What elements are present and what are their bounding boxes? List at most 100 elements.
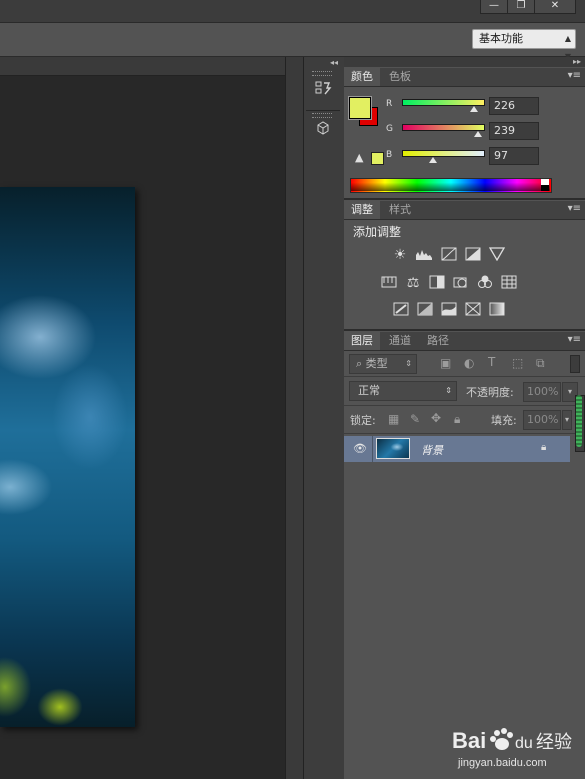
history-icon (315, 81, 332, 95)
eye-icon[interactable]: 👁︎ (353, 442, 367, 455)
lock-transparent-icon[interactable]: ▦ (388, 412, 399, 426)
value-field-g[interactable]: 239 (489, 122, 539, 140)
value-field-r[interactable]: 226 (489, 97, 539, 115)
slider-g[interactable] (402, 124, 485, 131)
adjustments-title: 添加调整 (353, 225, 402, 239)
canvas-image[interactable] (0, 187, 135, 727)
strip-grip[interactable] (312, 71, 332, 76)
tab-paths[interactable]: 路径 (420, 332, 456, 350)
lock-all-icon[interactable]: 🔒︎ (454, 412, 460, 427)
panel-icon-strip (303, 57, 345, 779)
slider-r[interactable] (402, 99, 485, 106)
panel-menu-icon[interactable]: ▾≡ (568, 334, 581, 345)
channel-label-b: B (386, 150, 393, 160)
lock-brush-icon[interactable]: ✎ (410, 412, 420, 426)
invert-icon[interactable] (392, 302, 410, 318)
adjustments-panel-tabs: 调整 样式 ▾≡ (344, 201, 585, 220)
layers-divider-3 (344, 433, 575, 434)
brightness-icon[interactable]: ☀ (391, 247, 409, 263)
layers-divider (344, 376, 585, 377)
slider-thumb-g[interactable] (473, 131, 482, 137)
photo-filter-icon[interactable] (452, 275, 470, 291)
layer-filter-select[interactable]: ⌕ 类型 ⇕ (349, 354, 417, 374)
watermark-url: jingyan.baidu.com (457, 757, 547, 769)
layers-scrollbar-thumb[interactable] (576, 395, 582, 447)
expand-panels-icon[interactable]: ▸▸ (573, 57, 581, 67)
tab-swatches[interactable]: 色板 (382, 68, 418, 86)
tab-adjustments[interactable]: 调整 (344, 201, 380, 219)
layers-divider-2 (344, 405, 585, 406)
color-panel-tabs: 颜色 色板 ▾≡ (344, 68, 585, 87)
layer-thumbnail[interactable] (376, 438, 410, 459)
panel-divider[interactable] (344, 198, 585, 200)
slider-thumb-r[interactable] (469, 106, 478, 112)
strip-divider (306, 110, 340, 111)
curves-icon[interactable] (440, 247, 458, 263)
watermark-brand-2: du (515, 735, 533, 752)
slider-b[interactable] (402, 150, 485, 157)
minimize-icon: — (489, 0, 499, 11)
panel-collapse-bar[interactable]: ▸▸ (344, 57, 585, 67)
minimize-button[interactable]: — (480, 0, 508, 14)
restore-icon: ❐ (516, 0, 526, 11)
foreground-color-swatch[interactable] (349, 97, 371, 119)
fill-dropdown-icon[interactable]: ▾ (562, 410, 572, 430)
color-balance-icon[interactable]: ⚖ (404, 275, 422, 291)
layer-filter-value: 类型 (365, 357, 388, 370)
color-lookup-icon[interactable] (500, 275, 518, 291)
threshold-icon[interactable] (440, 302, 458, 318)
opacity-label: 不透明度: (466, 386, 514, 399)
history-button[interactable] (308, 78, 338, 106)
lock-label: 锁定: (350, 414, 376, 427)
restore-button[interactable]: ❐ (507, 0, 535, 14)
lock-position-icon[interactable]: ✥ (431, 411, 441, 425)
hue-saturation-icon[interactable] (380, 275, 398, 291)
fill-label: 填充: (491, 414, 517, 427)
panel-menu-icon[interactable]: ▾≡ (568, 203, 581, 214)
tab-channels[interactable]: 通道 (382, 332, 418, 350)
warning-icon[interactable]: ▲ (355, 151, 363, 164)
chevron-updown-icon: ⇕ (445, 386, 452, 395)
workspace-select[interactable]: 基本功能 ▲▼ (472, 29, 576, 61)
tab-color[interactable]: 颜色 (344, 68, 380, 86)
gamut-swatch[interactable] (371, 152, 384, 165)
gradient-map-icon[interactable] (464, 302, 482, 318)
blend-mode-select[interactable]: 正常 ⇕ (349, 381, 457, 401)
layer-name[interactable]: 背景 (421, 442, 443, 458)
blend-mode-value: 正常 (358, 384, 380, 397)
levels-icon[interactable] (415, 247, 433, 263)
collapse-strip-icon[interactable]: ◂◂ (330, 58, 338, 67)
filter-adjustment-icon[interactable]: ◐ (464, 356, 474, 370)
fill-field[interactable]: 100% (523, 410, 561, 430)
tab-layers[interactable]: 图层 (344, 332, 380, 350)
posterize-icon[interactable] (416, 302, 434, 318)
filter-shape-icon[interactable]: ⬚ (512, 356, 523, 370)
filter-smart-object-icon[interactable]: ⧉ (536, 356, 545, 371)
exposure-icon[interactable] (464, 247, 482, 263)
3d-button[interactable] (308, 118, 338, 146)
filter-toggle[interactable] (570, 355, 580, 373)
opacity-field[interactable]: 100% (523, 382, 561, 402)
baidu-jingyan-watermark: Bai du 经验 jingyan.baidu.com (452, 728, 572, 769)
color-spectrum-shade (351, 179, 550, 191)
layer-lock-icon: 🔒︎ (541, 442, 547, 453)
vibrance-icon[interactable] (488, 247, 506, 263)
close-button[interactable]: ✕ (534, 0, 576, 14)
channel-label-g: G (386, 124, 393, 134)
filter-pixel-icon[interactable]: ▣ (440, 356, 451, 370)
panel-menu-icon[interactable]: ▾≡ (568, 70, 581, 81)
document-tab-strip (0, 57, 285, 76)
watermark-cn: 经验 (536, 732, 572, 753)
spectrum-black[interactable] (541, 185, 549, 191)
black-white-icon[interactable] (428, 275, 446, 291)
slider-thumb-b[interactable] (428, 157, 437, 163)
value-field-b[interactable]: 97 (489, 147, 539, 165)
watermark-brand: Bai (452, 728, 486, 753)
tab-styles[interactable]: 样式 (382, 201, 418, 219)
panel-divider-2[interactable] (344, 329, 585, 331)
selective-color-icon[interactable] (488, 302, 506, 318)
filter-type-icon[interactable]: T (488, 355, 495, 369)
channel-mixer-icon[interactable] (476, 275, 494, 291)
3d-icon (317, 121, 329, 135)
document-scrollbar[interactable] (285, 57, 303, 779)
